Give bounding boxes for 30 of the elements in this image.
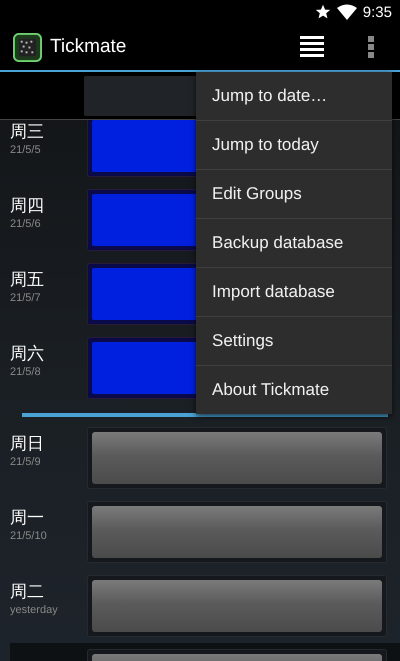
tick-cell[interactable] bbox=[87, 575, 387, 637]
menu-item[interactable]: Import database bbox=[196, 268, 392, 317]
date-label: 21/5/5 bbox=[10, 143, 42, 157]
menu-item[interactable]: Jump to today bbox=[196, 121, 392, 170]
tick-cell[interactable] bbox=[87, 427, 387, 489]
app-title: Tickmate bbox=[50, 36, 126, 58]
weekday-label: 周一 bbox=[10, 507, 45, 529]
date-label: yesterday bbox=[10, 603, 59, 617]
date-label: 21/5/10 bbox=[10, 529, 48, 543]
app-icon[interactable] bbox=[13, 32, 42, 62]
wifi-icon bbox=[336, 4, 357, 20]
date-label: 21/5/6 bbox=[10, 217, 42, 231]
clock-time: 9:35 bbox=[362, 4, 392, 20]
weekday-label: 周二 bbox=[10, 581, 45, 603]
weekday-label: 周四 bbox=[10, 195, 45, 217]
weekday-label: 周三 bbox=[10, 121, 45, 143]
weekday-label: 周日 bbox=[10, 433, 45, 455]
menu-item[interactable]: Settings bbox=[196, 317, 392, 366]
list-icon[interactable] bbox=[300, 36, 324, 58]
menu-item[interactable]: Backup database bbox=[196, 219, 392, 268]
date-label: 21/5/7 bbox=[10, 291, 42, 305]
date-label: 21/5/8 bbox=[10, 365, 42, 379]
menu-item[interactable]: About Tickmate bbox=[196, 366, 392, 414]
date-label: 21/5/9 bbox=[10, 455, 42, 469]
star-icon bbox=[314, 4, 331, 20]
weekday-label: 周六 bbox=[10, 343, 45, 365]
overflow-menu-icon[interactable] bbox=[368, 36, 374, 58]
tick-cell[interactable] bbox=[87, 501, 387, 563]
menu-item[interactable]: Edit Groups bbox=[196, 170, 392, 219]
weekday-label: 周五 bbox=[10, 269, 45, 291]
